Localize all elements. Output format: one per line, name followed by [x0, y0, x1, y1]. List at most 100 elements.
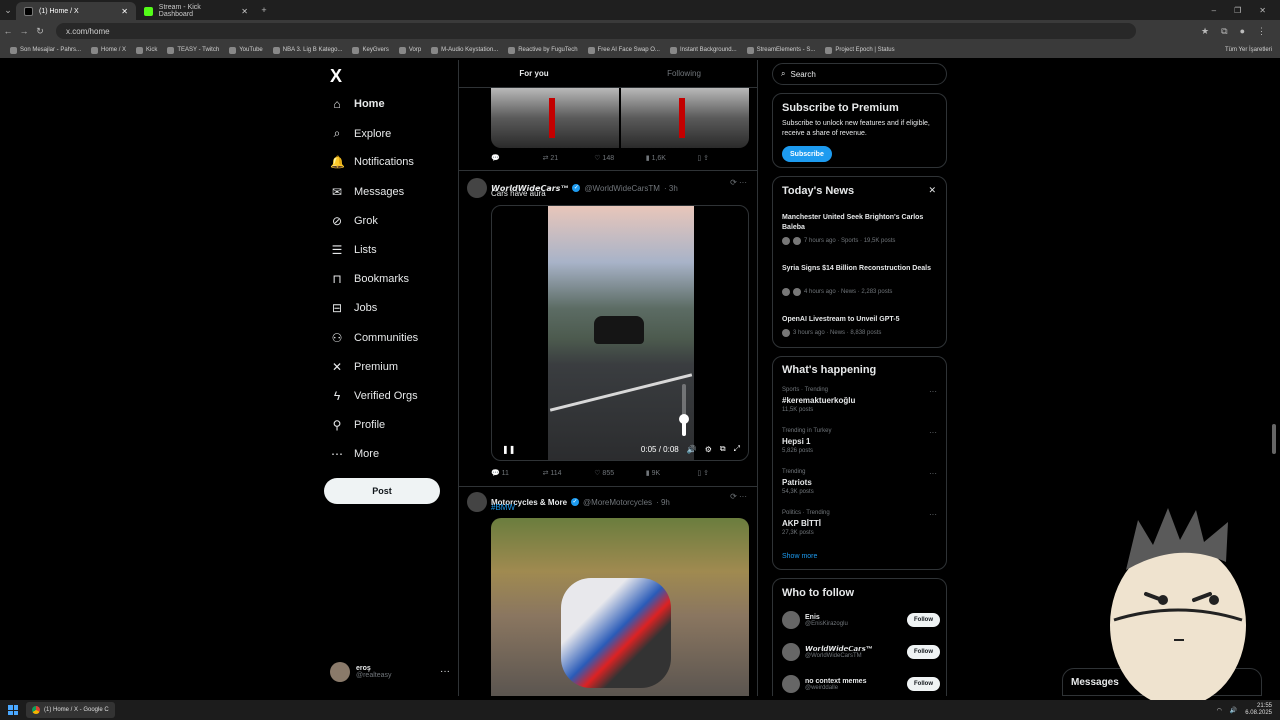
nav-item-premium[interactable]: ✕ Premium — [330, 360, 398, 374]
wifi-icon[interactable]: ◠ — [1217, 707, 1222, 714]
menu-icon[interactable]: ⋮ — [1257, 26, 1266, 37]
bookmark-item[interactable]: Instant Background... — [669, 46, 737, 54]
bookmark-item[interactable]: Reactive by FuguTech — [508, 46, 578, 54]
bookmark-item[interactable]: YouTube — [229, 46, 263, 54]
follow-suggestion[interactable]: 𝙒𝙤𝙧𝙡𝙙𝙒𝙞𝙙𝙚𝘾𝙖𝙧𝙨™ @WorldWideCarsTM Follow — [782, 643, 940, 661]
url-field[interactable]: x.com/home — [56, 23, 1136, 39]
post-button[interactable]: Post — [324, 478, 440, 504]
bookmark-icon[interactable]: ▯ ⇪ — [697, 469, 749, 477]
avatar[interactable] — [467, 492, 487, 512]
more-dots-icon[interactable]: ··· — [929, 387, 937, 396]
bookmark-item[interactable]: Kick — [136, 46, 157, 54]
views-icon[interactable]: ▮ 1,6K — [646, 154, 698, 162]
taskbar-chrome-app[interactable]: (1) Home / X - Google C — [26, 702, 115, 718]
volume-icon[interactable]: 🔊 — [687, 445, 697, 454]
account-switcher[interactable]: eroş @realteasy ··· — [330, 662, 450, 682]
tab-for-you[interactable]: For you — [459, 60, 609, 87]
reply-icon[interactable]: 💬 — [491, 154, 543, 162]
follow-suggestion[interactable]: Enis @EnisKirazoglu Follow — [782, 611, 940, 629]
more-dots-icon[interactable]: ⟳ ··· — [730, 492, 747, 501]
nav-item-grok[interactable]: ⊘ Grok — [330, 214, 378, 228]
follow-button[interactable]: Follow — [907, 677, 940, 691]
bookmark-item[interactable]: Project Epoch | Status — [825, 46, 895, 54]
views-icon[interactable]: ▮ 9K — [646, 469, 698, 477]
retweet-icon[interactable]: ⇄ 114 — [543, 469, 595, 477]
like-icon[interactable]: ♡ 855 — [594, 469, 646, 477]
nav-item-profile[interactable]: ⚲ Profile — [330, 418, 386, 432]
close-window-icon[interactable]: ✕ — [1259, 6, 1266, 15]
nav-item-jobs[interactable]: ⊟ Jobs — [330, 301, 377, 315]
nav-item-home[interactable]: ⌂ Home — [330, 97, 384, 111]
tweet-handle[interactable]: @MoreMotorcycles — [583, 498, 652, 507]
tweet-handle[interactable]: @WorldWideCarsTM — [584, 184, 660, 193]
bookmark-item[interactable]: Son Mesajlar - Pahrs... — [10, 46, 81, 54]
maximize-icon[interactable]: ❐ — [1234, 6, 1241, 15]
close-icon[interactable]: ✕ — [928, 185, 936, 196]
close-tab-icon[interactable]: ✕ — [121, 7, 128, 16]
nav-item-verified-orgs[interactable]: ϟ Verified Orgs — [330, 389, 418, 403]
subscribe-button[interactable]: Subscribe — [782, 146, 832, 162]
follow-suggestion[interactable]: no context memes @weirddalle Follow — [782, 675, 940, 693]
nav-item-communities[interactable]: ⚇ Communities — [330, 331, 419, 345]
minimize-icon[interactable]: – — [1212, 6, 1216, 15]
nav-item-notifications[interactable]: 🔔 Notifications — [330, 155, 414, 169]
pause-icon[interactable]: ❚❚ — [502, 445, 515, 454]
more-dots-icon[interactable]: ··· — [929, 428, 937, 437]
retweet-icon[interactable]: ⇄ 21 — [543, 154, 595, 162]
bookmark-item[interactable]: Home / X — [91, 46, 126, 54]
nav-item-explore[interactable]: ⌕ Explore — [330, 126, 392, 141]
trend-name[interactable]: #keremaktuerkoğlu — [782, 396, 855, 405]
hashtag-link[interactable]: #BMW — [491, 503, 515, 512]
video-player[interactable]: ❚❚ 0:05 / 0:08 🔊 ⚙ ⧉ ⤢ — [491, 205, 749, 461]
forward-icon[interactable]: → — [16, 26, 32, 36]
tweet-time[interactable]: · 9h — [656, 498, 670, 507]
search-input[interactable]: ⌕ Search — [772, 63, 947, 85]
bookmark-item[interactable]: Free AI Face Swap O... — [587, 46, 660, 54]
browser-tab-kick[interactable]: Stream - Kick Dashboard ✕ — [136, 2, 256, 20]
page-scrollbar[interactable] — [1272, 60, 1278, 696]
close-tab-icon[interactable]: ✕ — [241, 7, 248, 16]
new-tab-icon[interactable]: + — [256, 5, 272, 15]
all-bookmarks[interactable]: Tüm Yer İşaretleri — [1225, 47, 1280, 53]
bookmark-item[interactable]: StreamElements - S... — [746, 46, 815, 54]
tweet-image[interactable] — [491, 518, 749, 696]
tweet-image[interactable] — [491, 88, 749, 148]
bookmark-item[interactable]: KeyGvers — [352, 46, 389, 54]
trend-name[interactable]: AKP BİTTİ — [782, 519, 821, 528]
tweet-time[interactable]: · 3h — [664, 184, 678, 193]
follow-button[interactable]: Follow — [907, 613, 940, 627]
news-item-title[interactable]: OpenAI Livestream to Unveil GPT-5 — [782, 315, 942, 325]
trend-name[interactable]: Hepsi 1 — [782, 437, 810, 446]
volume-icon[interactable]: 🔊 — [1230, 707, 1237, 714]
profile-icon[interactable]: ● — [1240, 26, 1245, 37]
bookmark-item[interactable]: NBA 3. Lig B Katego... — [272, 46, 342, 54]
bookmark-item[interactable]: M-Audio Keystation... — [431, 46, 498, 54]
bookmark-icon[interactable]: ▯ ⇪ — [697, 154, 749, 162]
tab-following[interactable]: Following — [609, 60, 757, 87]
nav-item-more[interactable]: ⋯ More — [330, 447, 379, 461]
back-icon[interactable]: ← — [0, 26, 16, 36]
news-item-title[interactable]: Syria Signs $14 Billion Reconstruction D… — [782, 264, 942, 274]
settings-icon[interactable]: ⚙ — [705, 445, 712, 454]
bookmark-item[interactable]: TEASY - Twitch — [167, 46, 219, 54]
nav-item-bookmarks[interactable]: ⊓ Bookmarks — [330, 272, 409, 286]
fullscreen-icon[interactable]: ⤢ — [734, 444, 740, 454]
reply-icon[interactable]: 💬 11 — [491, 469, 543, 477]
more-dots-icon[interactable]: ··· — [929, 469, 937, 478]
nav-item-messages[interactable]: ✉ Messages — [330, 185, 404, 199]
more-dots-icon[interactable]: ··· — [929, 510, 937, 519]
tab-list-icon[interactable]: ⌄ — [0, 5, 16, 16]
reload-icon[interactable]: ↻ — [32, 26, 48, 37]
x-logo[interactable]: X — [330, 66, 342, 87]
pip-icon[interactable]: ⧉ — [720, 444, 726, 454]
like-icon[interactable]: ♡ 148 — [594, 154, 646, 162]
clock[interactable]: 21:55 6.08.2025 — [1245, 703, 1272, 717]
more-dots-icon[interactable]: ⟳ ··· — [730, 178, 747, 187]
extensions-icon[interactable]: ⧉ — [1221, 26, 1227, 37]
browser-tab-x[interactable]: (1) Home / X ✕ — [16, 2, 136, 20]
show-more-link[interactable]: Show more — [782, 553, 817, 560]
volume-slider[interactable] — [679, 384, 689, 436]
more-dots-icon[interactable]: ··· — [440, 666, 450, 677]
nav-item-lists[interactable]: ☰ Lists — [330, 243, 377, 257]
star-icon[interactable]: ★ — [1201, 26, 1209, 37]
